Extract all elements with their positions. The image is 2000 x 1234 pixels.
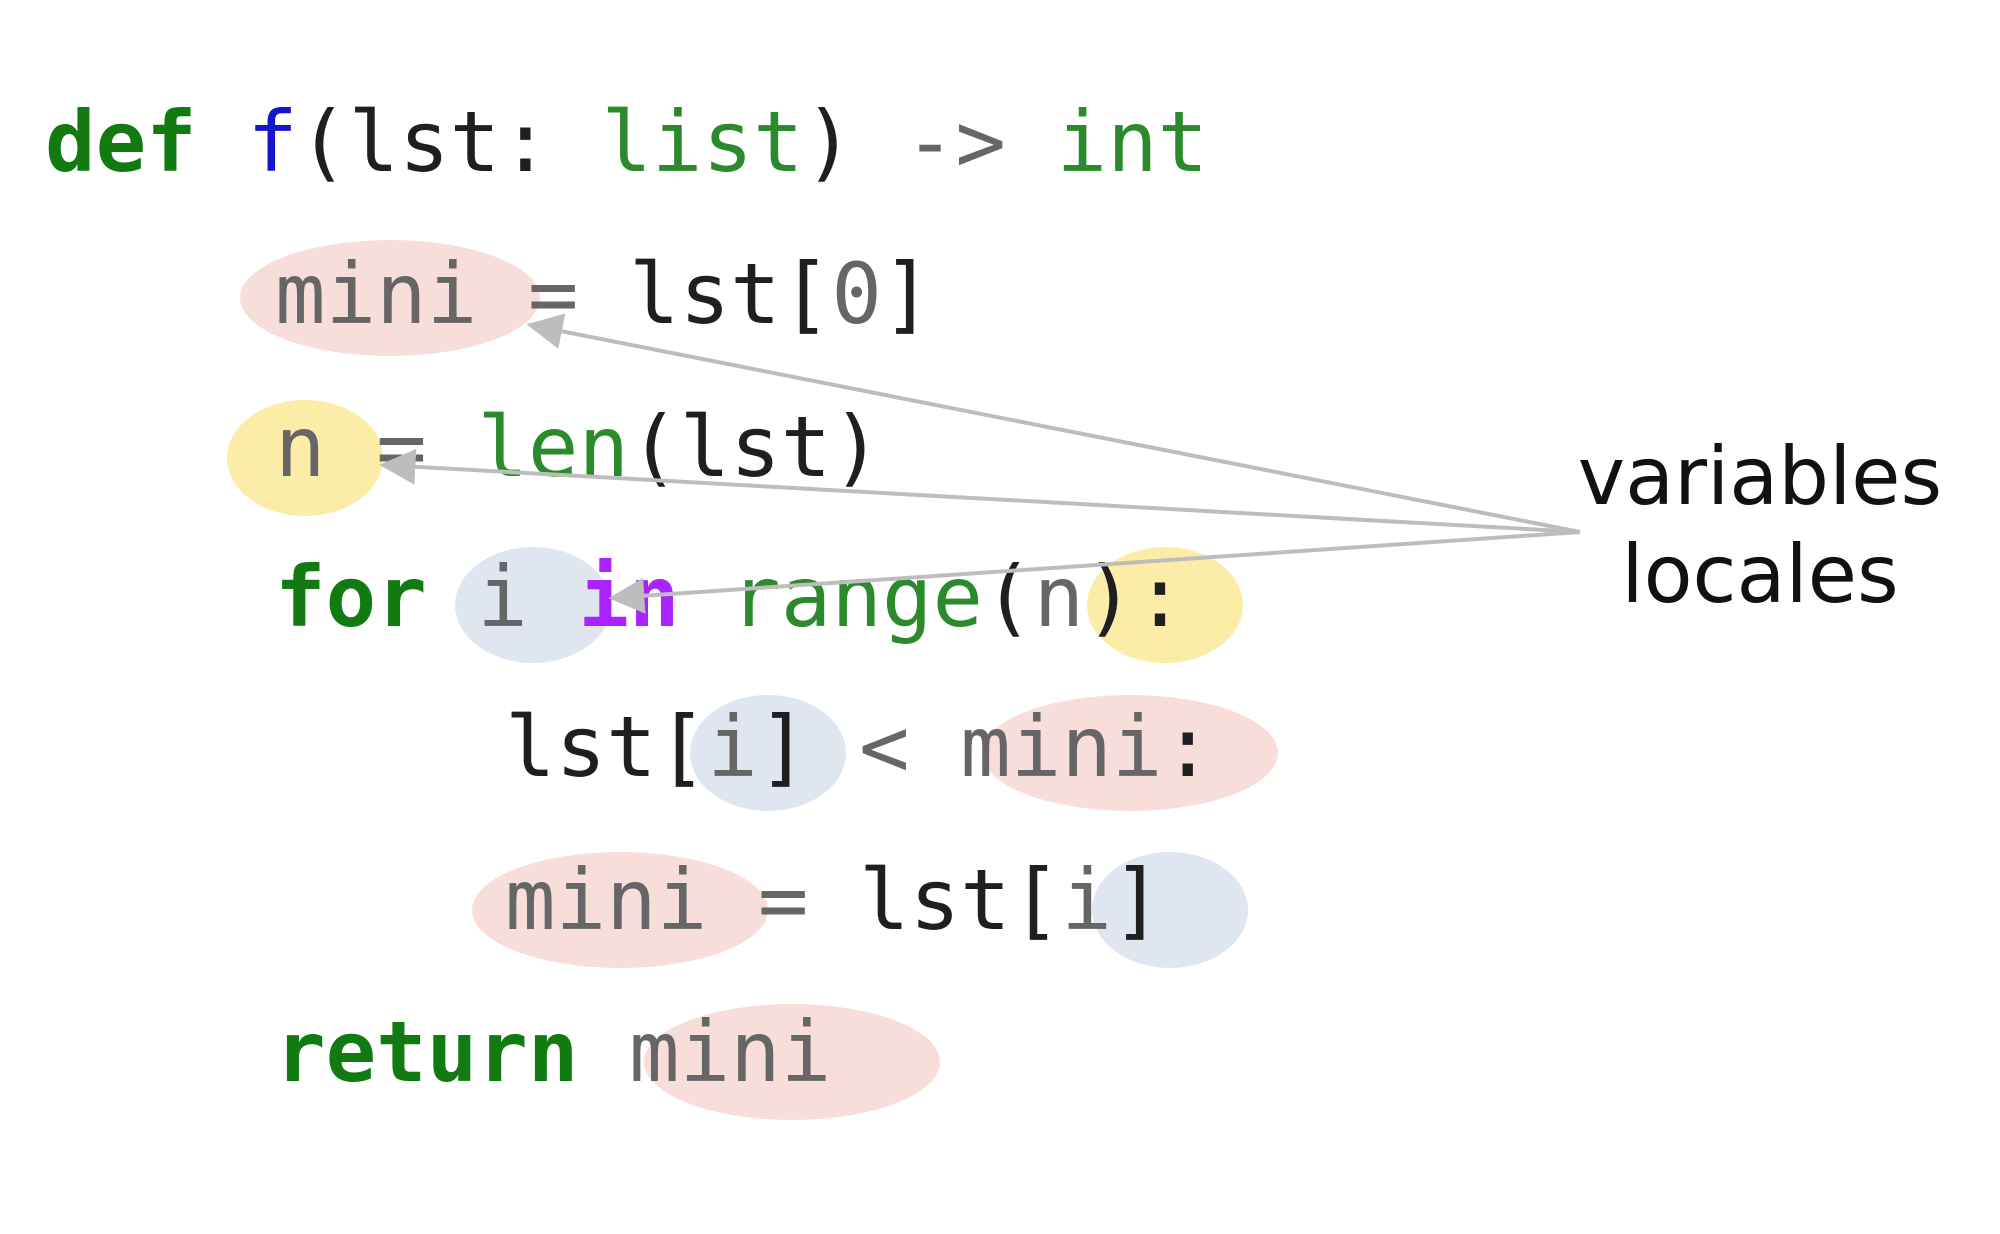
annotation-line-1: variables bbox=[1577, 430, 1943, 523]
annotation-label: variables locales bbox=[1540, 428, 1980, 623]
arrow-to-i bbox=[608, 530, 1581, 614]
code-diagram: def f(lst: list) -> int mini = lst[0] n … bbox=[0, 0, 2000, 1234]
annotation-line-2: locales bbox=[1621, 527, 1899, 621]
